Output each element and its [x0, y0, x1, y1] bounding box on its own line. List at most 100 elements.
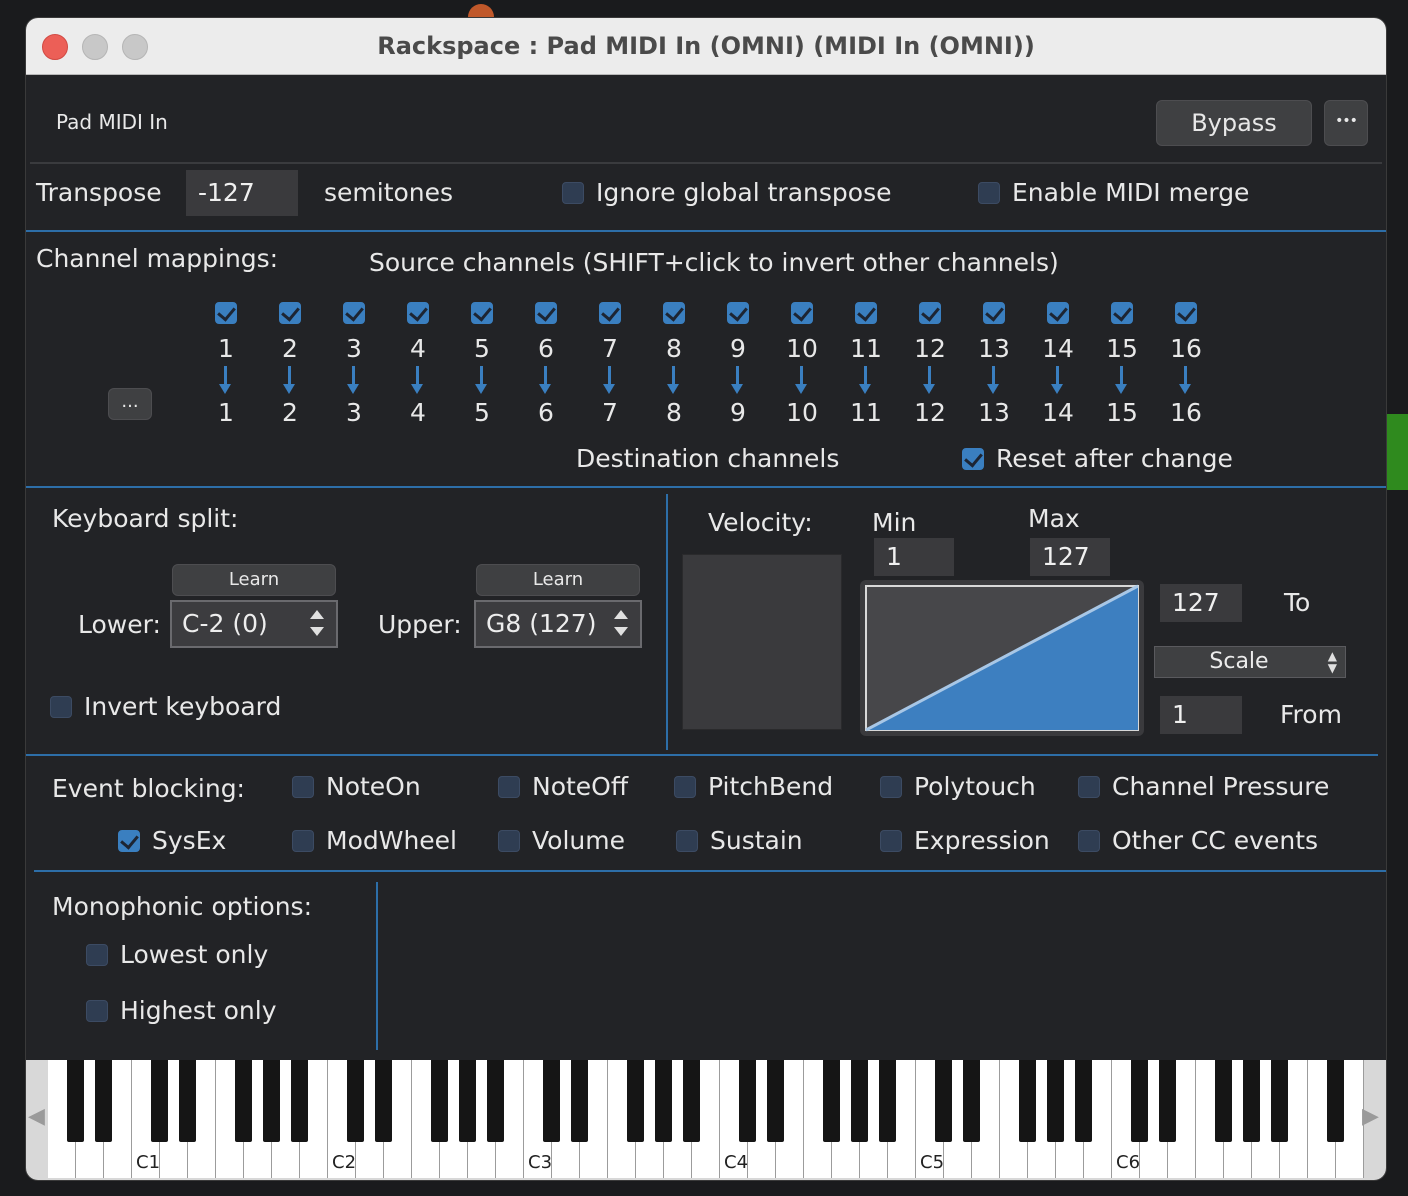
piano-black-key[interactable]: [823, 1060, 840, 1142]
piano-black-key[interactable]: [739, 1060, 756, 1142]
piano-black-key[interactable]: [851, 1060, 868, 1142]
block-other-cc-events-checkbox[interactable]: [1078, 830, 1100, 852]
destination-channel-number[interactable]: 4: [398, 398, 438, 427]
piano-black-key[interactable]: [1047, 1060, 1064, 1142]
velocity-min-input[interactable]: 1: [874, 538, 954, 576]
piano-black-key[interactable]: [347, 1060, 364, 1142]
source-channel-checkbox-9[interactable]: [727, 302, 749, 324]
destination-channel-number[interactable]: 12: [910, 398, 950, 427]
piano-black-key[interactable]: [655, 1060, 672, 1142]
piano-black-key[interactable]: [291, 1060, 308, 1142]
source-channel-checkbox-11[interactable]: [855, 302, 877, 324]
source-channel-checkbox-8[interactable]: [663, 302, 685, 324]
ignore-global-transpose-checkbox[interactable]: [562, 182, 584, 204]
piano-black-key[interactable]: [627, 1060, 644, 1142]
piano-black-key[interactable]: [263, 1060, 280, 1142]
piano-black-key[interactable]: [459, 1060, 476, 1142]
piano-black-key[interactable]: [1243, 1060, 1260, 1142]
lowest-only-checkbox[interactable]: [86, 944, 108, 966]
upper-key-stepper[interactable]: G8 (127): [474, 600, 642, 648]
block-noteon-checkbox[interactable]: [292, 776, 314, 798]
piano-black-key[interactable]: [543, 1060, 560, 1142]
piano-black-key[interactable]: [935, 1060, 952, 1142]
invert-keyboard-checkbox[interactable]: [50, 696, 72, 718]
piano-black-key[interactable]: [1215, 1060, 1232, 1142]
source-channel-checkbox-12[interactable]: [919, 302, 941, 324]
destination-channel-number[interactable]: 16: [1166, 398, 1206, 427]
piano-black-key[interactable]: [963, 1060, 980, 1142]
block-pitchbend-checkbox[interactable]: [674, 776, 696, 798]
velocity-from-input[interactable]: 1: [1160, 696, 1242, 734]
source-channel-checkbox-7[interactable]: [599, 302, 621, 324]
destination-channel-number[interactable]: 1: [206, 398, 246, 427]
source-channel-checkbox-1[interactable]: [215, 302, 237, 324]
destination-channel-number[interactable]: 10: [782, 398, 822, 427]
block-modwheel-checkbox[interactable]: [292, 830, 314, 852]
enable-midi-merge-checkbox[interactable]: [978, 182, 1000, 204]
learn-lower-button[interactable]: Learn: [172, 564, 336, 596]
scroll-right-icon[interactable]: ▶: [1362, 1104, 1379, 1129]
piano-black-key[interactable]: [1271, 1060, 1288, 1142]
destination-channel-number[interactable]: 9: [718, 398, 758, 427]
source-channel-checkbox-2[interactable]: [279, 302, 301, 324]
velocity-max-input[interactable]: 127: [1030, 538, 1110, 576]
piano-black-key[interactable]: [1131, 1060, 1148, 1142]
block-polytouch-checkbox[interactable]: [880, 776, 902, 798]
piano-black-key[interactable]: [767, 1060, 784, 1142]
piano-black-key[interactable]: [683, 1060, 700, 1142]
block-sysex-checkbox[interactable]: [118, 830, 140, 852]
lower-key-stepper[interactable]: C-2 (0): [170, 600, 338, 648]
source-channel-checkbox-6[interactable]: [535, 302, 557, 324]
source-channel-checkbox-3[interactable]: [343, 302, 365, 324]
piano-black-key[interactable]: [67, 1060, 84, 1142]
learn-upper-button[interactable]: Learn: [476, 564, 640, 596]
piano-black-key[interactable]: [151, 1060, 168, 1142]
piano-keyboard[interactable]: ◀ ▶ C1 C2 C3 C4 C5 C6: [26, 1060, 1386, 1180]
piano-black-key[interactable]: [487, 1060, 504, 1142]
piano-black-key[interactable]: [879, 1060, 896, 1142]
block-noteoff-checkbox[interactable]: [498, 776, 520, 798]
destination-channel-number[interactable]: 8: [654, 398, 694, 427]
piano-black-key[interactable]: [95, 1060, 112, 1142]
scroll-left-icon[interactable]: ◀: [28, 1104, 45, 1129]
piano-black-key[interactable]: [179, 1060, 196, 1142]
piano-black-key[interactable]: [431, 1060, 448, 1142]
source-channel-checkbox-10[interactable]: [791, 302, 813, 324]
reset-after-change-checkbox[interactable]: [962, 448, 984, 470]
piano-black-key[interactable]: [1159, 1060, 1176, 1142]
block-volume-checkbox[interactable]: [498, 830, 520, 852]
destination-channel-number[interactable]: 5: [462, 398, 502, 427]
source-channel-checkbox-5[interactable]: [471, 302, 493, 324]
block-sustain-checkbox[interactable]: [676, 830, 698, 852]
destination-channel-number[interactable]: 2: [270, 398, 310, 427]
piano-black-key[interactable]: [1019, 1060, 1036, 1142]
more-options-button[interactable]: •••: [1324, 100, 1368, 146]
velocity-mode-select[interactable]: Scale ▲ ▼: [1154, 646, 1346, 678]
velocity-curve-display[interactable]: [860, 580, 1144, 736]
destination-channel-number[interactable]: 15: [1102, 398, 1142, 427]
velocity-to-input[interactable]: 127: [1160, 584, 1242, 622]
channel-options-button[interactable]: ...: [108, 388, 152, 420]
destination-channel-number[interactable]: 13: [974, 398, 1014, 427]
source-channel-checkbox-15[interactable]: [1111, 302, 1133, 324]
source-channel-checkbox-16[interactable]: [1175, 302, 1197, 324]
highest-only-checkbox[interactable]: [86, 1000, 108, 1022]
transpose-input[interactable]: -127: [186, 170, 298, 216]
destination-channel-number[interactable]: 11: [846, 398, 886, 427]
bypass-button[interactable]: Bypass: [1156, 100, 1312, 146]
destination-channel-number[interactable]: 14: [1038, 398, 1078, 427]
piano-black-key[interactable]: [1327, 1060, 1344, 1142]
block-expression-checkbox[interactable]: [880, 830, 902, 852]
piano-black-key[interactable]: [571, 1060, 588, 1142]
source-channel-number: 12: [914, 334, 946, 363]
piano-black-key[interactable]: [1075, 1060, 1092, 1142]
destination-channel-number[interactable]: 3: [334, 398, 374, 427]
piano-black-key[interactable]: [375, 1060, 392, 1142]
destination-channel-number[interactable]: 6: [526, 398, 566, 427]
piano-black-key[interactable]: [235, 1060, 252, 1142]
source-channel-checkbox-14[interactable]: [1047, 302, 1069, 324]
destination-channel-number[interactable]: 7: [590, 398, 630, 427]
source-channel-checkbox-4[interactable]: [407, 302, 429, 324]
source-channel-checkbox-13[interactable]: [983, 302, 1005, 324]
block-channel-pressure-checkbox[interactable]: [1078, 776, 1100, 798]
